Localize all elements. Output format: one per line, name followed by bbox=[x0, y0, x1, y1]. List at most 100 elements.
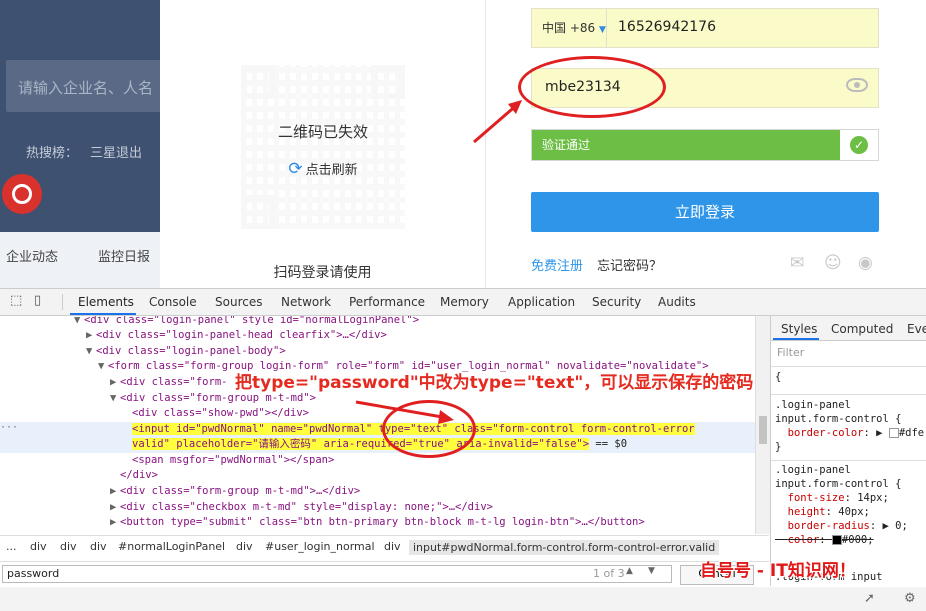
style-value[interactable]: #dfe bbox=[899, 427, 924, 439]
dom-line: <div class="show-pwd"></div> bbox=[132, 407, 310, 419]
country-name: 中国 bbox=[542, 21, 567, 35]
dom-line: <div class="login-panel-body"> bbox=[96, 345, 286, 357]
dom-line: <div class="login-panel" style id="norma… bbox=[84, 316, 420, 326]
captcha-slider[interactable]: 验证通过 ✓ bbox=[531, 129, 879, 161]
dom-node[interactable]: ▶ <button type="submit" class="btn btn-pr… bbox=[110, 515, 645, 530]
site-logo-icon bbox=[2, 174, 42, 214]
tab-performance[interactable]: Performance bbox=[349, 295, 425, 309]
node-menu-icon[interactable]: ··· bbox=[0, 422, 18, 433]
background-site: 请输入企业名、人名 热搜榜： 三星退出 企业动态 监控日报 bbox=[0, 0, 186, 288]
hot-search-keyword[interactable]: 三星退出 bbox=[90, 146, 142, 161]
tab-styles[interactable]: Styles bbox=[781, 322, 817, 336]
tab-event-listeners[interactable]: Event bbox=[907, 322, 926, 336]
weibo-icon[interactable]: ◉ bbox=[858, 253, 880, 273]
selected-input-node-cont[interactable]: valid" placeholder="请输入密码" aria-required… bbox=[132, 437, 627, 452]
tab-sources[interactable]: Sources bbox=[215, 295, 262, 309]
breadcrumb-item[interactable]: ... bbox=[6, 540, 17, 553]
dom-node[interactable]: ▶ <div class="checkbox m-t-md" style="dis… bbox=[110, 500, 493, 515]
style-selector: input.form-control { bbox=[775, 413, 902, 425]
breadcrumb-item[interactable]: #normalLoginPanel bbox=[118, 540, 225, 553]
style-brace: } bbox=[775, 441, 782, 453]
tab-console[interactable]: Console bbox=[149, 295, 197, 309]
style-prop[interactable]: border-radius bbox=[788, 520, 870, 532]
find-input[interactable]: password bbox=[2, 565, 672, 583]
style-selector: input.form-control { bbox=[775, 478, 902, 490]
dom-node[interactable]: ▼ <div class="login-panel" style id="norm… bbox=[74, 316, 419, 328]
country-code-select[interactable]: 中国 +86 ▼ bbox=[532, 9, 607, 47]
style-selector: .login-panel bbox=[775, 464, 851, 476]
tab-audits[interactable]: Audits bbox=[658, 295, 696, 309]
dom-line-highlighted: valid" placeholder="请输入密码" aria-required… bbox=[132, 438, 590, 450]
elements-scrollbar[interactable] bbox=[755, 316, 770, 534]
style-prop[interactable]: height bbox=[788, 506, 826, 518]
dom-line: </div> bbox=[120, 469, 158, 481]
login-button[interactable]: 立即登录 bbox=[531, 192, 879, 232]
annotation-note: 把type="password"中改为type="text"，可以显示保存的密码 bbox=[235, 373, 754, 393]
style-prop[interactable]: font-size bbox=[788, 492, 845, 504]
style-value[interactable]: 40px; bbox=[838, 506, 870, 518]
style-rule-fragment: { bbox=[775, 371, 782, 383]
qr-login-panel: 二维码已失效 ⟳ 点击刷新 扫码登录请使用 bbox=[160, 0, 486, 288]
tab-elements[interactable]: Elements bbox=[78, 295, 134, 309]
find-next-icon[interactable]: ▼ bbox=[648, 566, 662, 576]
qq-icon[interactable]: ☺ bbox=[824, 253, 846, 273]
tab-computed[interactable]: Computed bbox=[831, 322, 893, 336]
captcha-status: 验证通过 bbox=[532, 130, 840, 160]
style-selector: .login-panel bbox=[775, 399, 851, 411]
hot-search: 热搜榜： 三星退出 bbox=[26, 142, 142, 161]
tab-application[interactable]: Application bbox=[508, 295, 575, 309]
tab-memory[interactable]: Memory bbox=[440, 295, 489, 309]
nav-item-monitor-daily[interactable]: 监控日报 bbox=[98, 246, 150, 265]
phone-field: 中国 +86 ▼ 16526942176 bbox=[531, 8, 879, 48]
breadcrumb-item[interactable]: div bbox=[236, 540, 253, 553]
qr-caption: 扫码登录请使用 bbox=[273, 265, 372, 281]
breadcrumb-item[interactable]: div bbox=[90, 540, 107, 553]
style-value[interactable]: 14px; bbox=[857, 492, 889, 504]
eye-icon[interactable] bbox=[846, 78, 868, 92]
devtools-bottom-bar: ➚ ⚙ bbox=[0, 587, 926, 611]
breadcrumb-item[interactable]: div bbox=[30, 540, 47, 553]
dom-line: <div class="form-group m-t-md"> bbox=[120, 392, 316, 404]
wechat-icon[interactable]: ✉ bbox=[790, 253, 812, 273]
qr-refresh-button[interactable]: ⟳ 点击刷新 bbox=[233, 159, 413, 179]
find-bar: password 1 of 3 ▲ ▼ Cancel bbox=[0, 561, 769, 586]
breadcrumb-current[interactable]: input#pwdNormal.form-control.form-contro… bbox=[409, 540, 720, 555]
devtools-tab-bar: ⬚ ▯ Elements Console Sources Network Per… bbox=[0, 289, 926, 316]
style-value[interactable]: #000; bbox=[842, 534, 874, 546]
dom-node[interactable]: <div class="show-pwd"></div> bbox=[132, 406, 309, 421]
tab-security[interactable]: Security bbox=[592, 295, 641, 309]
tab-network[interactable]: Network bbox=[281, 295, 331, 309]
dom-node[interactable]: ▶ <div class="form-group m-t-md">…</div> bbox=[110, 484, 360, 499]
style-rule: .login-panel input.form-control { font-s… bbox=[775, 464, 908, 546]
forgot-password-link[interactable]: 忘记密码？ bbox=[597, 255, 662, 274]
breadcrumb-item[interactable]: div bbox=[60, 540, 77, 553]
settings-icon[interactable]: ⚙ bbox=[904, 591, 916, 606]
qr-expired-text: 二维码已失效 bbox=[277, 123, 368, 141]
dom-node[interactable]: </div> bbox=[120, 468, 158, 483]
dom-line: <button type="submit" class="btn btn-pri… bbox=[120, 516, 645, 528]
style-prop[interactable]: color bbox=[788, 534, 820, 546]
dom-node[interactable]: ▼ <div class="form-group m-t-md"> bbox=[110, 391, 316, 406]
style-value[interactable]: 0; bbox=[895, 520, 908, 532]
rocket-icon[interactable]: ➚ bbox=[864, 591, 875, 606]
device-toolbar-icon[interactable]: ▯ bbox=[34, 294, 48, 308]
breadcrumb-item[interactable]: #user_login_normal bbox=[265, 540, 375, 553]
styles-filter-input[interactable]: Filter bbox=[777, 346, 804, 359]
enterprise-search-input[interactable]: 请输入企业名、人名 bbox=[6, 60, 186, 112]
active-tab-indicator bbox=[70, 313, 136, 315]
dom-node[interactable]: ▼ <div class="login-panel-body"> bbox=[86, 344, 286, 359]
annotation-arrow-type bbox=[355, 400, 454, 424]
find-count: 1 of 3 bbox=[593, 567, 625, 580]
nav-item-enterprise-news[interactable]: 企业动态 bbox=[6, 246, 58, 265]
register-link[interactable]: 免费注册 bbox=[531, 255, 583, 274]
phone-input[interactable]: 16526942176 bbox=[618, 19, 716, 35]
inspect-icon[interactable]: ⬚ bbox=[10, 294, 24, 308]
refresh-icon: ⟳ bbox=[288, 159, 303, 179]
qr-code: 二维码已失效 ⟳ 点击刷新 bbox=[233, 57, 413, 237]
dom-node[interactable]: <span msgfor="pwdNormal"></span> bbox=[132, 453, 334, 468]
breadcrumb-item[interactable]: div bbox=[384, 540, 401, 553]
dom-node[interactable]: ▶ <div class="login-panel-head clearfix">… bbox=[86, 328, 387, 343]
style-prop[interactable]: border-color bbox=[788, 427, 864, 439]
dom-node[interactable]: ▶ <div class="form- bbox=[110, 375, 227, 390]
find-prev-icon[interactable]: ▲ bbox=[626, 566, 640, 576]
